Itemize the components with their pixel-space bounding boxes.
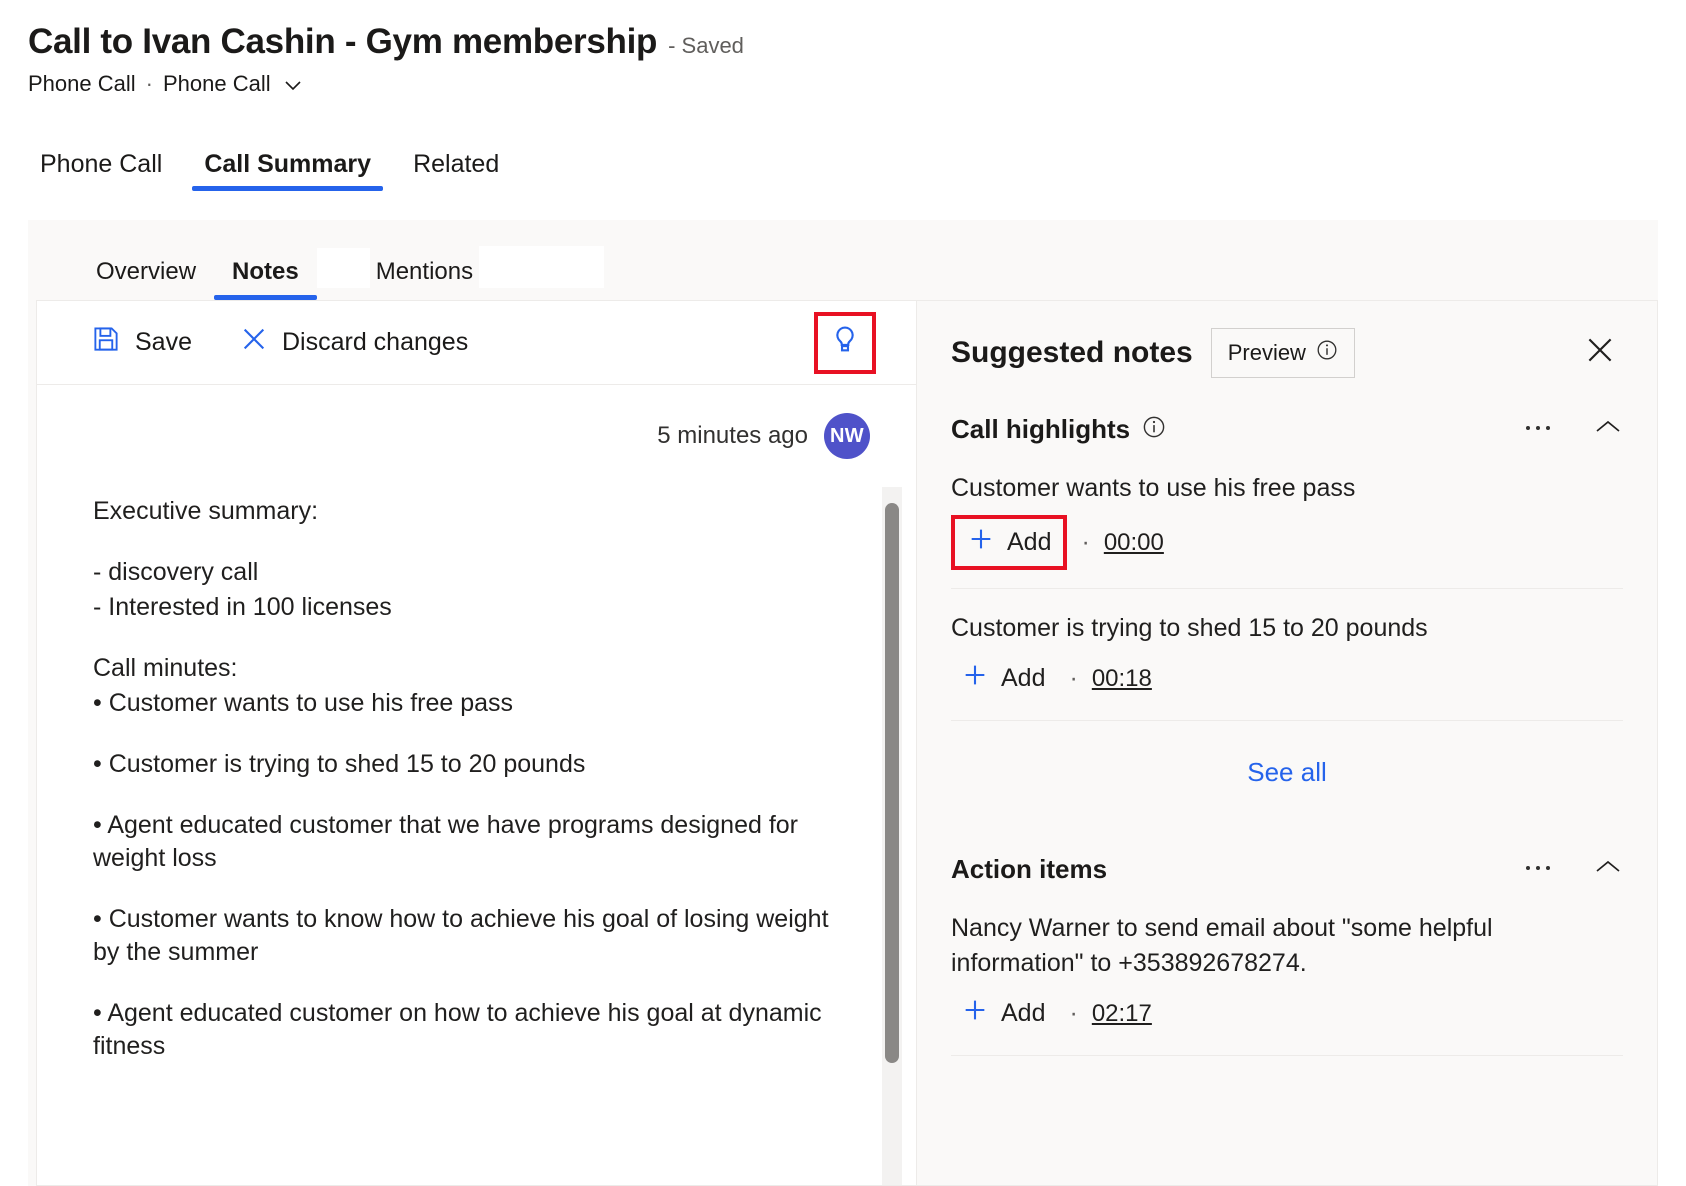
highlight-item: Customer is trying to shed 15 to 20 poun…	[951, 589, 1623, 720]
action-separator: ·	[1081, 528, 1089, 557]
tab-notes[interactable]: Notes	[214, 260, 317, 300]
add-label: Add	[1001, 999, 1045, 1028]
highlight-timestamp[interactable]: 00:18	[1092, 665, 1152, 693]
note-line: - Interested in 100 licenses	[93, 591, 834, 624]
close-icon	[240, 325, 268, 360]
see-all-link[interactable]: See all	[1247, 757, 1327, 788]
suggested-notes-header: Suggested notes Preview	[917, 301, 1657, 378]
call-highlights-section: Call highlights	[917, 378, 1657, 588]
more-options-icon[interactable]	[1523, 421, 1557, 439]
tab-call-summary[interactable]: Call Summary	[192, 152, 383, 191]
add-action-item-button[interactable]: Add	[951, 990, 1055, 1037]
action-separator: ·	[1069, 999, 1077, 1028]
chevron-down-icon[interactable]	[283, 76, 303, 96]
preview-label: Preview	[1228, 340, 1306, 366]
tab-related[interactable]: Related	[401, 152, 511, 191]
note-line: Call minutes:	[93, 652, 834, 685]
action-item: Nancy Warner to send email about "some h…	[951, 889, 1623, 1055]
call-summary-surface: Overview Notes Mentions	[28, 220, 1658, 1186]
secondary-tab-bar: Overview Notes Mentions	[28, 220, 1658, 300]
suggested-notes-pane: Suggested notes Preview	[916, 300, 1658, 1186]
more-options-icon[interactable]	[1523, 861, 1557, 879]
plus-icon	[961, 661, 989, 696]
page-title: Call to Ivan Cashin - Gym membership	[28, 22, 657, 62]
collapse-chevron-up-icon[interactable]	[1593, 417, 1623, 442]
notes-editor-pane: Save Discard changes	[36, 300, 916, 1186]
save-label: Save	[135, 328, 192, 357]
section-divider	[951, 1055, 1623, 1056]
lightbulb-icon	[828, 323, 862, 362]
highlight-item: Customer wants to use his free pass Add	[951, 449, 1623, 588]
call-highlights-title: Call highlights	[951, 414, 1130, 445]
note-timestamp: 5 minutes ago	[657, 422, 808, 450]
action-items-section: Action items	[917, 818, 1657, 1055]
add-label: Add	[1001, 664, 1045, 693]
note-line: - discovery call	[93, 556, 834, 589]
breadcrumb-entity: Phone Call	[28, 71, 136, 97]
redaction-block-left	[317, 248, 370, 288]
highlight-actions: Add · 00:18	[951, 655, 1623, 702]
discard-changes-button[interactable]: Discard changes	[226, 317, 482, 368]
collapse-chevron-up-icon[interactable]	[1593, 857, 1623, 882]
info-icon[interactable]	[1142, 415, 1166, 444]
notes-scroll-column	[868, 459, 916, 1185]
highlight-text: Customer wants to use his free pass	[951, 471, 1623, 505]
info-icon	[1316, 339, 1338, 367]
call-highlights-actions	[1523, 417, 1623, 442]
add-highlight-button[interactable]: Add	[951, 515, 1067, 570]
saved-status: - Saved	[668, 33, 744, 59]
note-line: • Agent educated customer that we have p…	[93, 809, 834, 875]
note-line: Executive summary:	[93, 495, 834, 528]
plus-icon	[967, 525, 995, 560]
note-meta-row: 5 minutes ago NW	[37, 385, 916, 459]
avatar[interactable]: NW	[824, 413, 870, 459]
call-highlights-header: Call highlights	[951, 414, 1623, 445]
tab-mentions[interactable]: Mentions	[370, 260, 479, 300]
suggested-notes-title: Suggested notes	[951, 336, 1193, 370]
action-item-actions: Add · 02:17	[951, 990, 1623, 1037]
highlight-timestamp[interactable]: 00:00	[1104, 529, 1164, 557]
summary-panes: Save Discard changes	[36, 300, 1658, 1186]
plus-icon	[961, 996, 989, 1031]
save-icon	[91, 324, 121, 361]
breadcrumb-separator: ·	[146, 71, 153, 97]
action-items-title: Action items	[951, 854, 1107, 885]
primary-tab-bar: Phone Call Call Summary Related	[0, 135, 1686, 191]
tab-phone-call[interactable]: Phone Call	[28, 152, 174, 191]
breadcrumb-form: Phone Call	[163, 71, 271, 97]
save-button[interactable]: Save	[77, 316, 206, 369]
tab-overview[interactable]: Overview	[78, 260, 214, 300]
action-item-timestamp[interactable]: 02:17	[1092, 1000, 1152, 1028]
scrollbar-thumb[interactable]	[885, 503, 899, 1063]
highlight-actions: Add · 00:00	[951, 515, 1623, 570]
highlight-text: Customer is trying to shed 15 to 20 poun…	[951, 611, 1623, 645]
record-header: Call to Ivan Cashin - Gym membership - S…	[0, 0, 1686, 97]
call-highlights-section-2: Customer is trying to shed 15 to 20 poun…	[917, 589, 1657, 720]
close-panel-button[interactable]	[1577, 327, 1623, 378]
scrollbar-track[interactable]	[882, 487, 902, 1185]
note-line: • Customer wants to use his free pass	[93, 687, 834, 720]
note-line: • Customer is trying to shed 15 to 20 po…	[93, 748, 834, 781]
preview-badge[interactable]: Preview	[1211, 328, 1355, 378]
action-item-text: Nancy Warner to send email about "some h…	[951, 911, 1623, 980]
call-summary-page: Call to Ivan Cashin - Gym membership - S…	[0, 0, 1686, 1186]
notes-toolbar: Save Discard changes	[37, 301, 916, 385]
note-line: • Customer wants to know how to achieve …	[93, 903, 834, 969]
notes-text-area[interactable]: Executive summary: - discovery call - In…	[37, 459, 868, 1185]
note-line: • Agent educated customer on how to achi…	[93, 997, 834, 1063]
suggested-notes-toggle[interactable]	[814, 312, 876, 374]
title-row: Call to Ivan Cashin - Gym membership - S…	[28, 22, 1686, 62]
breadcrumb: Phone Call · Phone Call	[28, 71, 1686, 97]
add-label: Add	[1007, 528, 1051, 557]
action-separator: ·	[1069, 664, 1077, 693]
see-all-row: See all	[917, 721, 1657, 818]
action-items-header: Action items	[951, 854, 1623, 885]
add-highlight-button[interactable]: Add	[951, 655, 1055, 702]
notes-body-wrap: Executive summary: - discovery call - In…	[37, 459, 916, 1185]
discard-label: Discard changes	[282, 328, 468, 357]
action-items-actions	[1523, 857, 1623, 882]
redaction-block-right	[479, 246, 604, 288]
